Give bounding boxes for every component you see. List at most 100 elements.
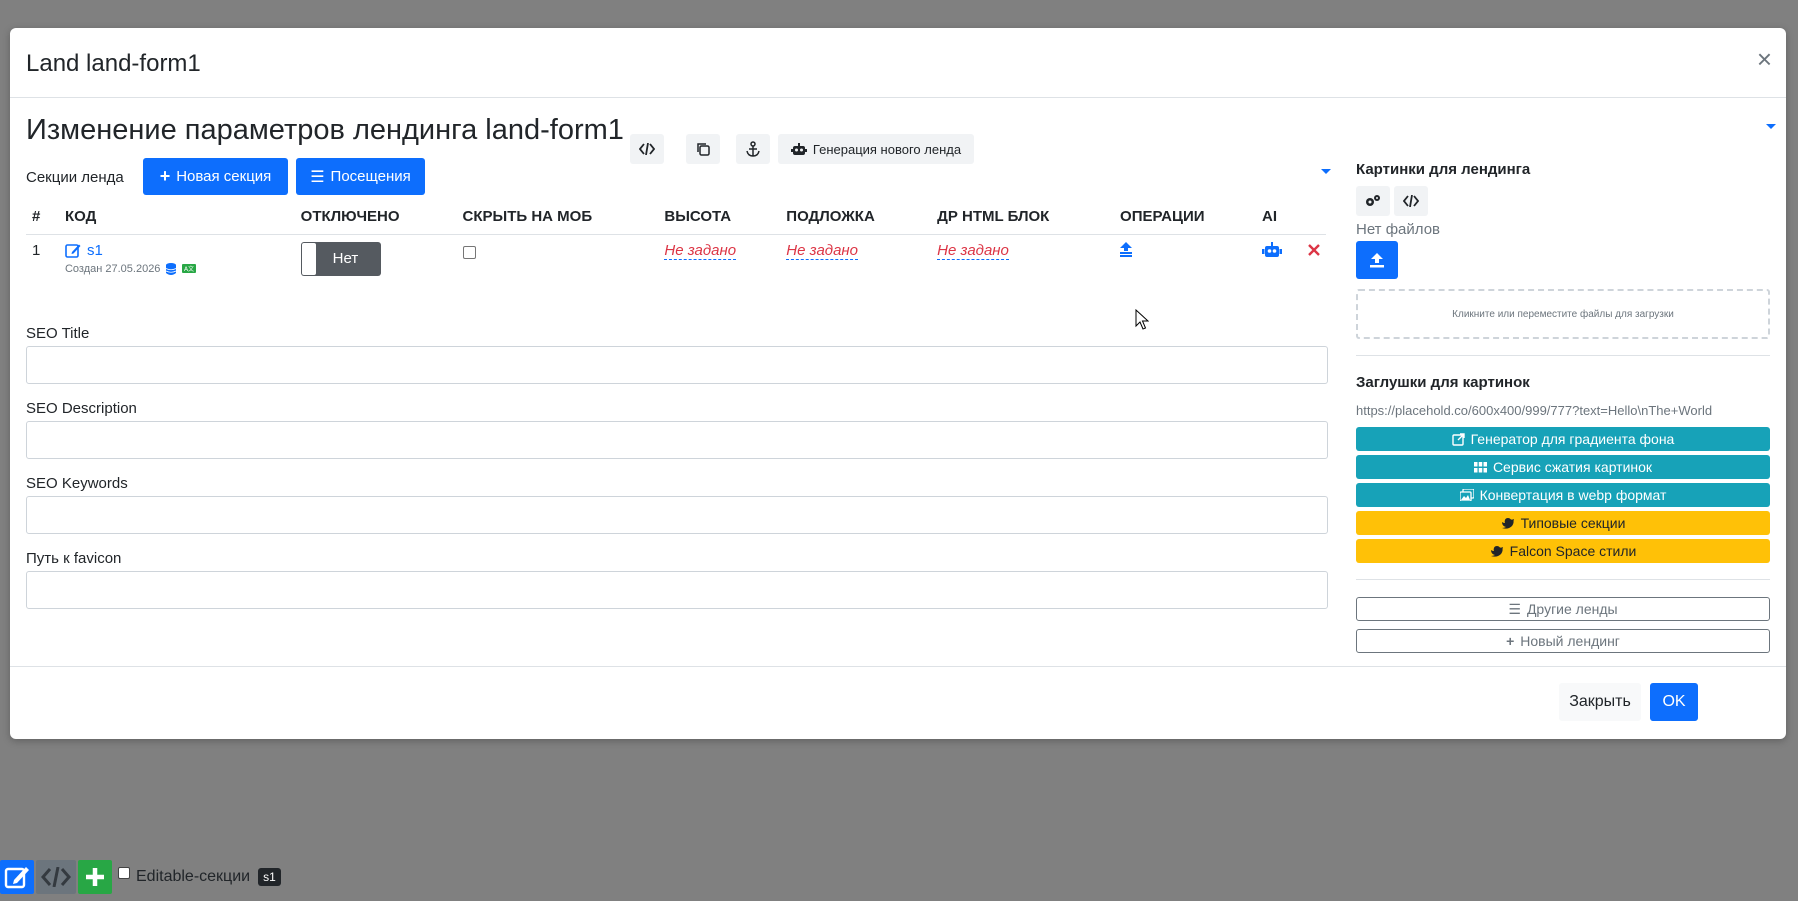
seo-title-label: SEO Title <box>26 325 90 342</box>
close-icon[interactable]: × <box>1757 46 1772 72</box>
collapse-caret-icon[interactable] <box>1766 124 1776 129</box>
sections-table: # КОД ОТКЛЮЧЕНО СКРЫТЬ НА МОБ ВЫСОТА ПОД… <box>26 200 1326 283</box>
bird-icon <box>1501 517 1514 529</box>
external-link-icon <box>1451 432 1465 446</box>
visits-button[interactable]: ☰ Посещения <box>296 158 425 195</box>
modal-footer: Закрыть OK <box>10 666 1786 739</box>
modal-title: Land land-form1 <box>26 50 201 77</box>
col-code: КОД <box>58 200 295 235</box>
typical-sections-label: Типовые секции <box>1520 515 1626 531</box>
favicon-input[interactable] <box>26 571 1328 609</box>
table-header-row: # КОД ОТКЛЮЧЕНО СКРЫТЬ НА МОБ ВЫСОТА ПОД… <box>26 200 1326 235</box>
image-code-button[interactable] <box>1394 186 1428 216</box>
page-title: Изменение параметров лендинга land-form1 <box>26 114 624 146</box>
bottom-toolbar: Editable-секции s1 <box>0 860 281 894</box>
hide-mobile-checkbox[interactable] <box>462 245 476 259</box>
col-height: ВЫСОТА <box>658 200 781 235</box>
disabled-toggle[interactable]: Нет <box>300 241 381 276</box>
editable-label: Editable-секции <box>136 868 251 885</box>
seo-title-input[interactable] <box>26 346 1328 384</box>
copy-icon <box>697 143 710 156</box>
section-code-link[interactable]: s1 <box>87 242 103 259</box>
other-lands-button[interactable]: ☰ Другие ленды <box>1356 597 1770 621</box>
other-lands-label: Другие ленды <box>1526 601 1618 617</box>
generate-land-label: Генерация нового ленда <box>812 141 962 157</box>
divider <box>1356 355 1770 356</box>
sections-label: Секции ленда <box>26 169 124 186</box>
image-compress-button[interactable]: Сервис сжатия картинок <box>1356 455 1770 479</box>
placeholder-url: https://placehold.co/600x400/999/777?tex… <box>1356 403 1713 418</box>
code-view-button[interactable] <box>36 860 76 894</box>
created-info: Создан 27.05.2026 A文 <box>64 262 289 275</box>
visits-label: Посещения <box>330 168 411 185</box>
edit-icon <box>4 867 29 889</box>
webp-convert-button[interactable]: Конвертация в webp формат <box>1356 483 1770 507</box>
bird-icon <box>1490 545 1503 557</box>
close-button[interactable]: Закрыть <box>1559 683 1641 721</box>
no-files-text: Нет файлов <box>1356 221 1441 238</box>
code-icon <box>41 867 71 887</box>
code-icon <box>1403 195 1419 207</box>
col-num: # <box>26 200 59 235</box>
row-height-cell: Не задано <box>658 234 780 283</box>
editable-checkbox[interactable] <box>118 867 130 879</box>
move-up-icon[interactable] <box>1120 241 1133 257</box>
seo-keywords-label: SEO Keywords <box>26 475 128 492</box>
language-icon[interactable]: A文 <box>182 264 197 273</box>
toggle-label: Нет <box>332 249 359 267</box>
list-icon: ☰ <box>310 168 325 186</box>
divider <box>1356 579 1770 580</box>
ok-button[interactable]: OK <box>1650 683 1698 721</box>
edit-icon[interactable] <box>65 243 81 258</box>
created-date: Создан 27.05.2026 <box>64 262 161 275</box>
mouse-cursor-icon <box>1135 309 1149 330</box>
row-num: 1 <box>32 241 41 259</box>
upload-button[interactable] <box>1356 241 1398 279</box>
gradient-generator-label: Генератор для градиента фона <box>1470 431 1675 447</box>
col-ai: AI <box>1256 200 1326 235</box>
code-button[interactable] <box>630 134 664 164</box>
seo-description-input[interactable] <box>26 421 1328 459</box>
gradient-generator-button[interactable]: Генератор для градиента фона <box>1356 427 1770 451</box>
new-landing-label: Новый лендинг <box>1520 633 1620 649</box>
anchor-icon <box>746 141 760 157</box>
svg-text:A文: A文 <box>184 265 194 273</box>
height-value[interactable]: Не задано <box>664 241 737 260</box>
gears-icon <box>1366 195 1380 206</box>
generate-land-button[interactable]: Генерация нового ленда <box>778 134 974 164</box>
image-settings-button[interactable] <box>1356 186 1390 216</box>
edit-page-button[interactable] <box>0 860 34 894</box>
delete-icon[interactable] <box>1308 243 1320 256</box>
seo-keywords-input[interactable] <box>26 496 1328 534</box>
plus-icon: + <box>159 166 171 186</box>
favicon-label: Путь к favicon <box>26 550 122 567</box>
col-hide-mobile: СКРЫТЬ НА МОБ <box>456 200 659 235</box>
row-hide-mobile-cell <box>457 234 659 283</box>
placeholders-title: Заглушки для картинок <box>1356 374 1530 391</box>
sections-caret-icon[interactable] <box>1321 169 1331 174</box>
database-icon[interactable] <box>166 262 177 275</box>
section-badge: s1 <box>258 868 281 886</box>
col-disabled: ОТКЛЮЧЕНО <box>294 200 457 235</box>
robot-icon[interactable] <box>1262 241 1282 258</box>
col-background: ПОДЛОЖКА <box>780 200 932 235</box>
code-icon <box>639 143 655 155</box>
row-background-cell: Не задано <box>780 234 931 283</box>
html-block-value[interactable]: Не задано <box>937 241 1009 260</box>
add-section-button[interactable] <box>78 860 112 894</box>
file-dropzone[interactable]: Кликните или переместите файлы для загру… <box>1356 289 1770 339</box>
row-disabled-cell: Нет <box>295 234 457 283</box>
upload-icon <box>1370 253 1384 268</box>
falcon-styles-label: Falcon Space стили <box>1509 543 1637 559</box>
falcon-styles-button[interactable]: Falcon Space стили <box>1356 539 1770 563</box>
typical-sections-button[interactable]: Типовые секции <box>1356 511 1770 535</box>
anchor-button[interactable] <box>736 134 770 164</box>
images-title: Картинки для лендинга <box>1356 161 1531 178</box>
background-value[interactable]: Не задано <box>786 241 859 260</box>
grid-icon <box>1473 461 1487 472</box>
table-row: 1 s1 Создан 27.05.2026 A文 Нет Не задано … <box>26 234 1326 283</box>
new-landing-button[interactable]: + Новый лендинг <box>1356 629 1770 653</box>
images-icon <box>1459 489 1474 501</box>
new-section-button[interactable]: + Новая секция <box>143 158 288 195</box>
copy-button[interactable] <box>686 134 720 164</box>
